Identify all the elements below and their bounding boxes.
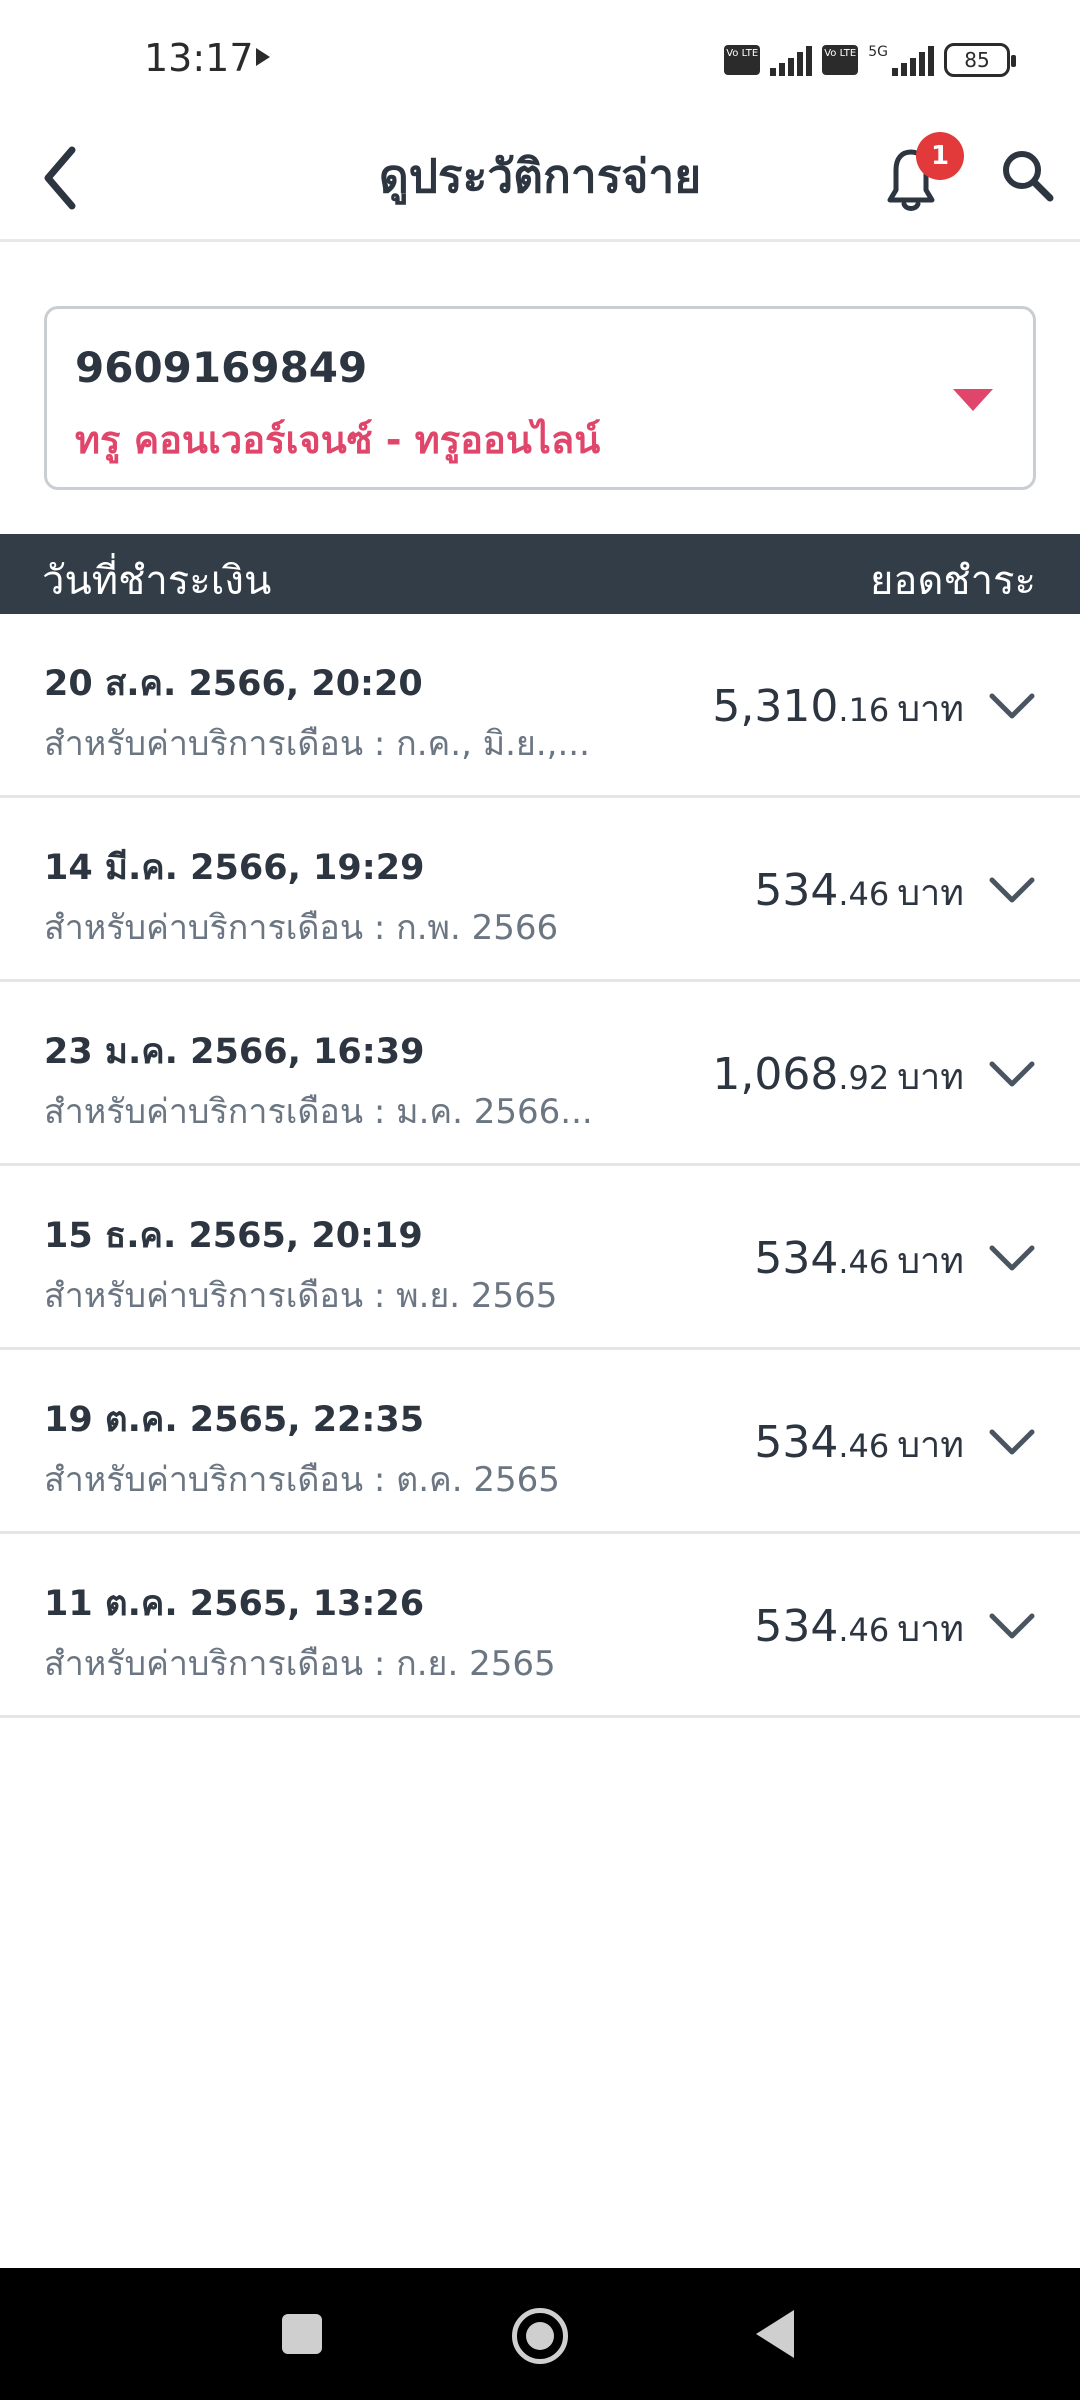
table-header: วันที่ชำระเงิน ยอดชำระ [0, 534, 1080, 614]
amount-unit: บาท [897, 1425, 964, 1466]
chevron-down-icon[interactable] [982, 860, 1042, 920]
amount-unit: บาท [897, 873, 964, 914]
search-button[interactable] [994, 134, 1064, 214]
account-name: ทรู คอนเวอร์เจนซ์ - ทรูออนไลน์ [75, 418, 601, 462]
account-selector[interactable]: 9609169849 ทรู คอนเวอร์เจนซ์ - ทรูออนไลน… [44, 306, 1036, 490]
payment-row[interactable]: 14 มี.ค. 2566, 19:29 สำหรับค่าบริการเดือ… [0, 798, 1080, 982]
chevron-down-icon[interactable] [982, 1228, 1042, 1288]
amount-integer: 534 [754, 1601, 839, 1652]
amount-unit: บาท [897, 1241, 964, 1282]
payment-date: 15 ธ.ค. 2565, 20:19 [44, 1216, 423, 1256]
payment-row[interactable]: 23 ม.ค. 2566, 16:39 สำหรับค่าบริการเดือน… [0, 982, 1080, 1166]
caret-down-icon [953, 389, 993, 411]
battery-icon: 85 [944, 43, 1016, 77]
app-header: ดูประวัติการจ่าย 1 [0, 120, 1080, 242]
amount-decimal: .46 [838, 1243, 890, 1281]
payment-amount: 534.46 บาท [754, 864, 964, 921]
amount-column-header: ยอดชำระ [869, 558, 1036, 604]
volte-icon: Vo LTE [724, 45, 761, 75]
payment-description: สำหรับค่าบริการเดือน : ก.ค., มิ.ย.,... [44, 724, 590, 764]
search-icon [1003, 151, 1054, 202]
system-back-button[interactable] [756, 2310, 794, 2358]
payment-date: 19 ต.ค. 2565, 22:35 [44, 1400, 425, 1440]
status-time: 13:17 [144, 36, 254, 80]
signal-icon [892, 44, 934, 76]
status-icons: Vo LTE Vo LTE 5G 85 [724, 40, 1016, 80]
home-button[interactable] [512, 2308, 568, 2364]
amount-unit: บาท [897, 1609, 964, 1650]
payment-date: 20 ส.ค. 2566, 20:20 [44, 664, 423, 704]
network-type-label: 5G [868, 44, 888, 60]
chevron-down-icon[interactable] [982, 1044, 1042, 1104]
chevron-down-icon[interactable] [982, 1596, 1042, 1656]
payment-description: สำหรับค่าบริการเดือน : ก.ย. 2565 [44, 1644, 556, 1684]
payment-amount: 534.46 บาท [754, 1416, 964, 1473]
payment-amount: 534.46 บาท [754, 1600, 964, 1657]
payment-date: 11 ต.ค. 2565, 13:26 [44, 1584, 425, 1624]
amount-integer: 1,068 [712, 1049, 839, 1100]
amount-decimal: .92 [838, 1059, 890, 1097]
amount-decimal: .46 [838, 875, 890, 913]
chevron-down-icon[interactable] [982, 676, 1042, 736]
signal-icon [770, 44, 813, 76]
amount-unit: บาท [897, 689, 964, 730]
amount-unit: บาท [897, 1057, 964, 1098]
system-navigation-bar [0, 2268, 1080, 2400]
volte-icon: Vo LTE [822, 45, 859, 75]
payment-date: 14 มี.ค. 2566, 19:29 [44, 848, 425, 888]
amount-integer: 5,310 [712, 681, 839, 732]
play-store-icon [256, 48, 270, 66]
amount-decimal: .16 [838, 691, 890, 729]
payment-row[interactable]: 19 ต.ค. 2565, 22:35 สำหรับค่าบริการเดือน… [0, 1350, 1080, 1534]
payment-row[interactable]: 20 ส.ค. 2566, 20:20 สำหรับค่าบริการเดือน… [0, 614, 1080, 798]
amount-integer: 534 [754, 1417, 839, 1468]
payment-row[interactable]: 11 ต.ค. 2565, 13:26 สำหรับค่าบริการเดือน… [0, 1534, 1080, 1718]
payment-amount: 1,068.92 บาท [712, 1048, 964, 1105]
payment-description: สำหรับค่าบริการเดือน : ก.พ. 2566 [44, 908, 559, 948]
chevron-down-icon[interactable] [982, 1412, 1042, 1472]
payment-amount: 5,310.16 บาท [712, 680, 964, 737]
date-column-header: วันที่ชำระเงิน [42, 558, 272, 604]
amount-integer: 534 [754, 1233, 839, 1284]
payment-description: สำหรับค่าบริการเดือน : ต.ค. 2565 [44, 1460, 560, 1500]
payment-history-list: 20 ส.ค. 2566, 20:20 สำหรับค่าบริการเดือน… [0, 614, 1080, 1718]
payment-amount: 534.46 บาท [754, 1232, 964, 1289]
payment-description: สำหรับค่าบริการเดือน : พ.ย. 2565 [44, 1276, 558, 1316]
notification-badge: 1 [916, 132, 964, 180]
amount-decimal: .46 [838, 1611, 890, 1649]
amount-integer: 534 [754, 865, 839, 916]
recent-apps-button[interactable] [282, 2314, 322, 2354]
status-bar: 13:17 Vo LTE Vo LTE 5G 85 [0, 0, 1080, 120]
amount-decimal: .46 [838, 1427, 890, 1465]
account-number: 9609169849 [75, 343, 368, 392]
payment-date: 23 ม.ค. 2566, 16:39 [44, 1032, 425, 1072]
payment-row[interactable]: 15 ธ.ค. 2565, 20:19 สำหรับค่าบริการเดือน… [0, 1166, 1080, 1350]
payment-description: สำหรับค่าบริการเดือน : ม.ค. 2566... [44, 1092, 593, 1132]
